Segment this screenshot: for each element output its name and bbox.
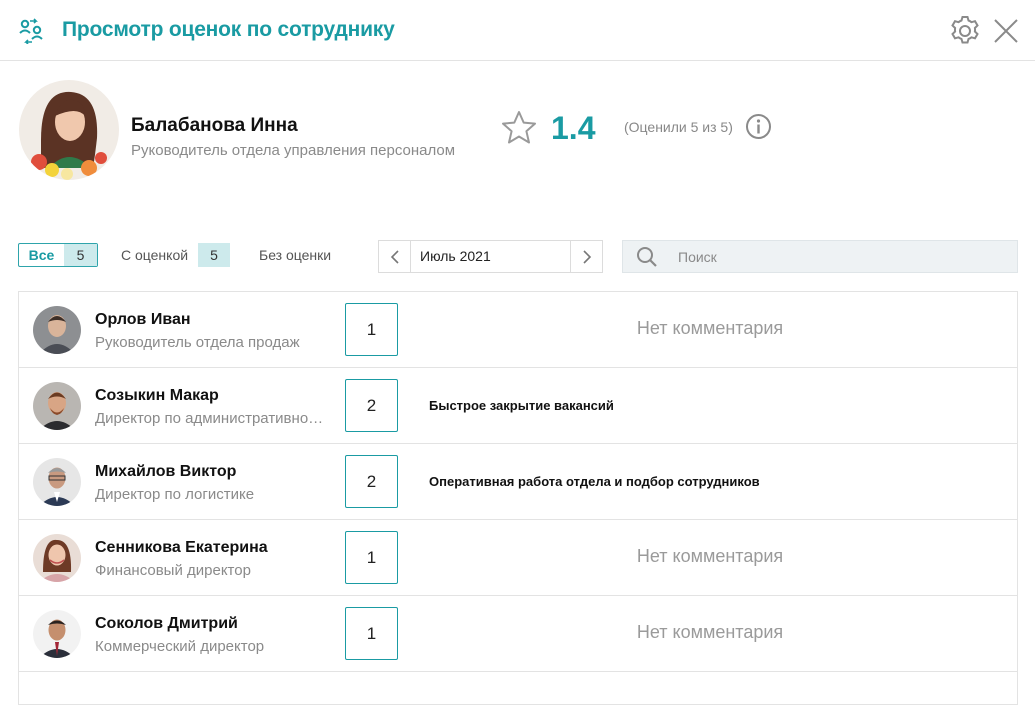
reviewer-avatar [33, 306, 81, 354]
month-value[interactable]: Июль 2021 [411, 241, 570, 272]
reviewer-name: Орлов Иван [95, 311, 191, 328]
next-month-button[interactable] [570, 241, 602, 272]
reviewer-name: Созыкин Макар [95, 387, 219, 404]
list-item: Созыкин Макар Директор по административн… [19, 368, 1017, 444]
window-title: Просмотр оценок по сотруднику [62, 18, 395, 41]
employee-avatar [19, 80, 119, 180]
reviewer-role: Директор по логистике [95, 486, 255, 503]
reviewer-avatar [33, 382, 81, 430]
title-bar: Просмотр оценок по сотруднику [0, 0, 1035, 61]
reviewer-name: Сенникова Екатерина [95, 539, 268, 556]
reviewer-role: Коммерческий директор [95, 638, 265, 655]
info-icon [746, 114, 771, 139]
reviewer-name: Михайлов Виктор [95, 463, 237, 480]
review-comment: Нет комментария [636, 622, 784, 642]
filter-rated-tab[interactable]: С оценкой 5 [121, 243, 231, 267]
review-comment: Оперативная работа отдела и подбор сотру… [429, 474, 760, 489]
filter-all-count: 5 [64, 244, 97, 266]
average-rating: 1.4 [551, 110, 596, 146]
close-button[interactable] [991, 16, 1021, 46]
review-comment: Нет комментария [636, 318, 784, 338]
employee-name: Балабанова Инна [131, 115, 298, 136]
review-score[interactable]: 2 [345, 379, 398, 432]
filter-all-label: Все [28, 247, 55, 263]
employee-role: Руководитель отдела управления персонало… [131, 142, 456, 159]
review-comment: Быстрое закрытие вакансий [429, 398, 614, 413]
reviewer-avatar [33, 610, 81, 658]
chevron-left-icon [390, 249, 399, 264]
search-icon [637, 246, 657, 267]
filter-unrated-tab[interactable]: Без оценки [259, 243, 331, 267]
people-exchange-icon [19, 18, 43, 44]
review-score[interactable]: 2 [345, 455, 398, 508]
search-box [622, 240, 1018, 273]
filter-all-tab[interactable]: Все 5 [18, 243, 98, 267]
gear-icon [951, 16, 979, 44]
list-item: Орлов Иван Руководитель отдела продаж 1 … [19, 292, 1017, 368]
reviewer-role: Директор по административной работе [95, 410, 330, 427]
reviews-list: Орлов Иван Руководитель отдела продаж 1 … [18, 291, 1018, 705]
filter-rated-count: 5 [198, 243, 231, 267]
reviewer-role: Руководитель отдела продаж [95, 334, 300, 351]
review-score[interactable]: 1 [345, 607, 398, 660]
reviewer-name: Соколов Дмитрий [95, 615, 238, 632]
filter-rated-label: С оценкой [121, 247, 189, 263]
info-button[interactable] [745, 113, 772, 140]
reviewer-avatar [33, 534, 81, 582]
star-icon [502, 111, 536, 144]
list-item: Сенникова Екатерина Финансовый директор … [19, 520, 1017, 596]
search-input[interactable] [678, 248, 978, 265]
month-picker: Июль 2021 [378, 240, 603, 273]
review-score[interactable]: 1 [345, 303, 398, 356]
reviewer-role: Финансовый директор [95, 562, 251, 579]
previous-month-button[interactable] [379, 241, 411, 272]
review-score[interactable]: 1 [345, 531, 398, 584]
rated-count-text: (Оценили 5 из 5) [624, 119, 733, 135]
close-icon [994, 19, 1018, 43]
list-item: Михайлов Виктор Директор по логистике 2 … [19, 444, 1017, 520]
settings-button[interactable] [948, 14, 982, 48]
list-item: Соколов Дмитрий Коммерческий директор 1 … [19, 596, 1017, 672]
review-comment: Нет комментария [636, 546, 784, 566]
chevron-right-icon [582, 249, 591, 264]
reviewer-avatar [33, 458, 81, 506]
